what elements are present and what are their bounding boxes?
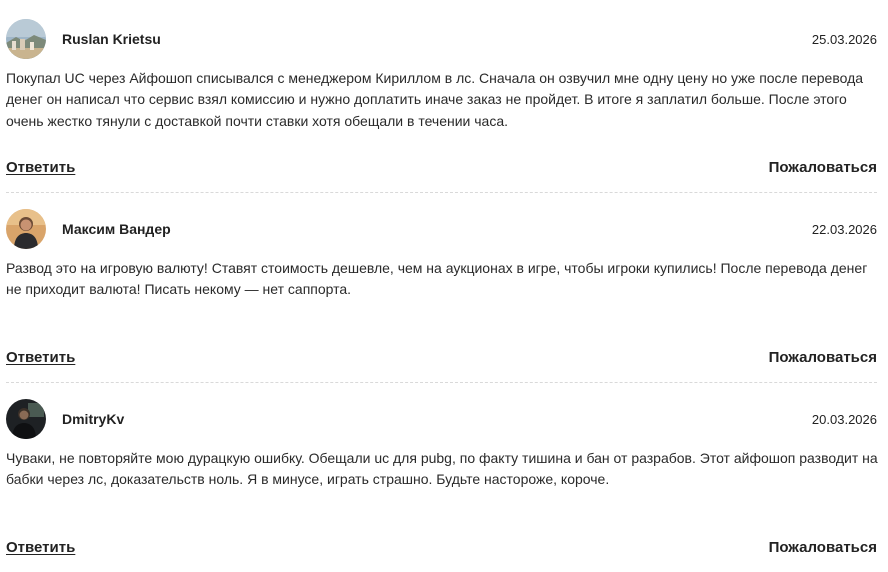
- dark-person-photo-avatar-icon: [6, 399, 46, 439]
- comment-date: 22.03.2026: [811, 222, 877, 237]
- report-link[interactable]: Пожаловаться: [769, 539, 877, 556]
- comment-date: 20.03.2026: [811, 412, 877, 427]
- reply-link[interactable]: Ответить: [6, 159, 75, 176]
- comment-header: Ruslan Krietsu 25.03.2026: [6, 19, 877, 59]
- report-link[interactable]: Пожаловаться: [769, 349, 877, 366]
- report-link[interactable]: Пожаловаться: [769, 159, 877, 176]
- comment-author: DmitryKv: [62, 411, 125, 427]
- person-photo-avatar-icon: [6, 209, 46, 249]
- landscape-photo-avatar-icon: [6, 19, 46, 59]
- comment-item: Ruslan Krietsu 25.03.2026 Покупал UC чер…: [0, 0, 888, 193]
- avatar: [6, 209, 46, 249]
- avatar: [6, 19, 46, 59]
- comment-text: Покупал UC через Айфошоп списывался с ме…: [6, 70, 864, 129]
- comment-actions: Ответить Пожаловаться: [6, 539, 877, 559]
- reply-link[interactable]: Ответить: [6, 539, 75, 556]
- avatar: [6, 399, 46, 439]
- comment-author: Максим Вандер: [62, 221, 171, 237]
- comment-header: DmitryKv 20.03.2026: [6, 399, 877, 439]
- comment-text: Чуваки, не повторяйте мою дурацкую ошибк…: [6, 450, 878, 488]
- comment-header: Максим Вандер 22.03.2026: [6, 209, 877, 249]
- comment-date: 25.03.2026: [811, 32, 877, 47]
- comment-actions: Ответить Пожаловаться: [6, 349, 877, 369]
- comment-item: DmitryKv 20.03.2026 Чуваки, не повторяйт…: [0, 380, 888, 570]
- comment-author: Ruslan Krietsu: [62, 31, 161, 47]
- comments-list: Ruslan Krietsu 25.03.2026 Покупал UC чер…: [0, 0, 888, 570]
- comment-actions: Ответить Пожаловаться: [6, 159, 877, 179]
- comment-item: Максим Вандер 22.03.2026 Развод это на и…: [0, 190, 888, 383]
- reply-link[interactable]: Ответить: [6, 349, 75, 366]
- comment-text: Развод это на игровую валюту! Ставят сто…: [6, 260, 868, 298]
